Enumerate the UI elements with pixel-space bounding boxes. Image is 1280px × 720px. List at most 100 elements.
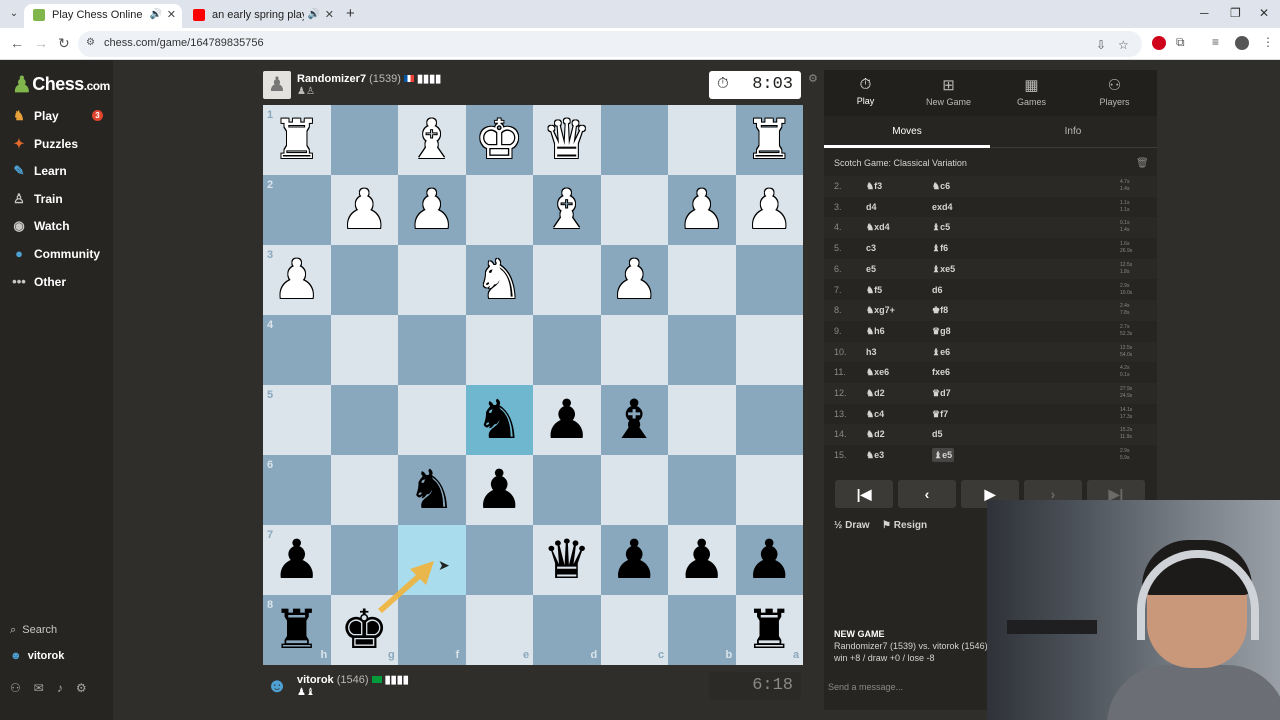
back-icon[interactable]: ← xyxy=(10,35,24,51)
close-icon[interactable]: ✕ xyxy=(167,4,176,26)
chat-message-input[interactable]: Send a message... xyxy=(828,682,903,692)
sidebar-item-community[interactable]: ● Community xyxy=(10,242,110,266)
gear-icon[interactable]: ⚙ xyxy=(76,681,100,695)
white-piece[interactable]: ♟ xyxy=(398,175,466,245)
tab-play[interactable]: ⏱ Play xyxy=(824,76,907,106)
white-piece[interactable]: ♜ xyxy=(736,105,804,175)
board-square[interactable] xyxy=(668,315,736,385)
browser-tab-chess[interactable]: Play Chess Online for FREE 🔊 ✕ xyxy=(24,4,182,28)
white-move[interactable]: c3 xyxy=(866,238,876,259)
site-info-icon[interactable]: ⚙ xyxy=(86,37,98,49)
tab-new-game[interactable]: ⊞ New Game xyxy=(907,76,990,107)
board-square[interactable] xyxy=(263,385,331,455)
black-move[interactable]: ♚f8 xyxy=(932,300,948,321)
board-square[interactable] xyxy=(330,105,398,175)
board-square[interactable] xyxy=(533,455,601,525)
board-square[interactable] xyxy=(398,385,466,455)
board-square[interactable] xyxy=(668,385,736,455)
black-move[interactable]: ♝f6 xyxy=(932,238,948,259)
bell-icon[interactable]: ♪ xyxy=(57,681,76,695)
player-avatar[interactable]: ☻ xyxy=(263,672,291,700)
black-piece[interactable]: ♞ xyxy=(466,385,534,455)
board-square[interactable] xyxy=(330,245,398,315)
current-move[interactable]: ♝e5 xyxy=(932,448,955,463)
black-piece[interactable]: ♟ xyxy=(668,525,736,595)
white-move[interactable]: d4 xyxy=(866,197,877,218)
board-square[interactable] xyxy=(735,455,803,525)
speaker-icon[interactable]: 🔊 xyxy=(308,4,320,26)
close-icon[interactable]: ✕ xyxy=(325,4,334,26)
board-square[interactable] xyxy=(600,175,668,245)
sidebar-user[interactable]: ☻ vitorok xyxy=(10,650,64,662)
speaker-icon[interactable]: 🔊 xyxy=(150,4,162,26)
tab-moves[interactable]: Moves xyxy=(824,126,990,137)
install-icon[interactable]: ⇩ xyxy=(1096,38,1106,52)
black-move[interactable]: ♝c5 xyxy=(932,217,950,238)
white-move[interactable]: ♞d2 xyxy=(866,383,885,404)
chess-board[interactable]: 1 2 3 4 5 6 7 8 h g f e d c b a ♜ ♝ ♚ ♛ ♜ ♟ ♟ ♝ ♟ ♟ ♟ ♞ ♟ ♞ ♟ ♝ ♞ ♟ ♟ ♛ ♟ ♟ ♟ ♜… xyxy=(263,105,803,665)
trash-icon[interactable]: 🗑 xyxy=(1136,158,1149,169)
white-piece[interactable]: ♝ xyxy=(533,175,601,245)
white-move[interactable]: h3 xyxy=(866,342,877,363)
white-move[interactable]: ♞xg7+ xyxy=(866,300,895,321)
white-piece[interactable]: ♟ xyxy=(668,175,736,245)
black-move[interactable]: ♝e6 xyxy=(932,342,950,363)
board-square[interactable] xyxy=(398,315,466,385)
black-move[interactable]: ♛f7 xyxy=(932,404,948,425)
board-square[interactable] xyxy=(533,315,601,385)
restore-icon[interactable]: ❐ xyxy=(1230,6,1241,20)
browser-tab-youtube[interactable]: an early spring playlist | soft 🔊 ✕ xyxy=(184,4,340,28)
black-move[interactable]: d6 xyxy=(932,280,943,301)
window-close-icon[interactable]: ✕ xyxy=(1259,6,1269,20)
opera-extension-icon[interactable] xyxy=(1152,36,1166,50)
black-piece[interactable]: ♟ xyxy=(601,525,669,595)
black-piece[interactable]: ♛ xyxy=(533,525,601,595)
board-square[interactable] xyxy=(465,315,533,385)
media-icon[interactable]: ≡ xyxy=(1212,35,1219,49)
minimize-icon[interactable]: ─ xyxy=(1200,6,1209,20)
white-move[interactable]: ♞xe6 xyxy=(866,362,889,383)
board-square[interactable] xyxy=(465,525,533,595)
black-piece[interactable]: ♟ xyxy=(736,525,804,595)
board-square[interactable] xyxy=(668,105,736,175)
board-square[interactable] xyxy=(330,385,398,455)
board-settings-gear-icon[interactable]: ⚙ xyxy=(808,72,818,85)
black-move[interactable]: d5 xyxy=(932,424,943,445)
previous-move-button[interactable]: ‹ xyxy=(898,480,956,508)
new-tab-icon[interactable]: + xyxy=(346,6,355,22)
sidebar-item-train[interactable]: ♙ Train xyxy=(10,187,110,211)
board-square[interactable] xyxy=(668,455,736,525)
board-square[interactable] xyxy=(330,315,398,385)
white-move[interactable]: ♞f5 xyxy=(866,280,882,301)
profile-avatar-icon[interactable] xyxy=(1235,36,1249,50)
white-piece[interactable]: ♛ xyxy=(533,105,601,175)
player-name[interactable]: Randomizer7 (1539) ▮▮▮▮ xyxy=(297,72,441,85)
board-square[interactable] xyxy=(533,245,601,315)
sidebar-item-learn[interactable]: ✎ Learn xyxy=(10,159,110,183)
black-piece[interactable]: ♜ xyxy=(263,595,331,665)
address-bar[interactable]: ⚙ chess.com/game/164789835756 ⇩ ☆ xyxy=(78,31,1142,57)
draw-button[interactable]: ½ Draw xyxy=(834,520,870,531)
black-move[interactable]: exd4 xyxy=(932,197,953,218)
white-move[interactable]: ♞c4 xyxy=(866,404,884,425)
black-move[interactable]: ♛d7 xyxy=(932,383,951,404)
white-move[interactable]: ♞d2 xyxy=(866,424,885,445)
board-square[interactable] xyxy=(263,175,331,245)
white-move[interactable]: ♞e3 xyxy=(866,445,884,466)
black-piece[interactable]: ♞ xyxy=(398,455,466,525)
black-piece[interactable]: ♟ xyxy=(263,525,331,595)
black-move[interactable]: ♞c6 xyxy=(932,176,950,197)
sidebar-item-other[interactable]: ••• Other xyxy=(10,270,110,294)
player-avatar[interactable]: ♟ xyxy=(263,71,291,99)
white-piece[interactable]: ♜ xyxy=(263,105,331,175)
chess-logo[interactable]: ♟Chess.com xyxy=(12,72,110,98)
black-piece[interactable]: ♜ xyxy=(736,595,804,665)
forward-icon[interactable]: → xyxy=(34,35,48,51)
white-piece[interactable]: ♟ xyxy=(331,175,399,245)
opening-name[interactable]: Scotch Game: Classical Variation xyxy=(834,158,967,168)
black-piece[interactable]: ♟ xyxy=(533,385,601,455)
board-square[interactable] xyxy=(600,455,668,525)
friends-icon[interactable]: ⚇ xyxy=(10,681,34,695)
white-piece[interactable]: ♝ xyxy=(398,105,466,175)
white-piece[interactable]: ♟ xyxy=(736,175,804,245)
